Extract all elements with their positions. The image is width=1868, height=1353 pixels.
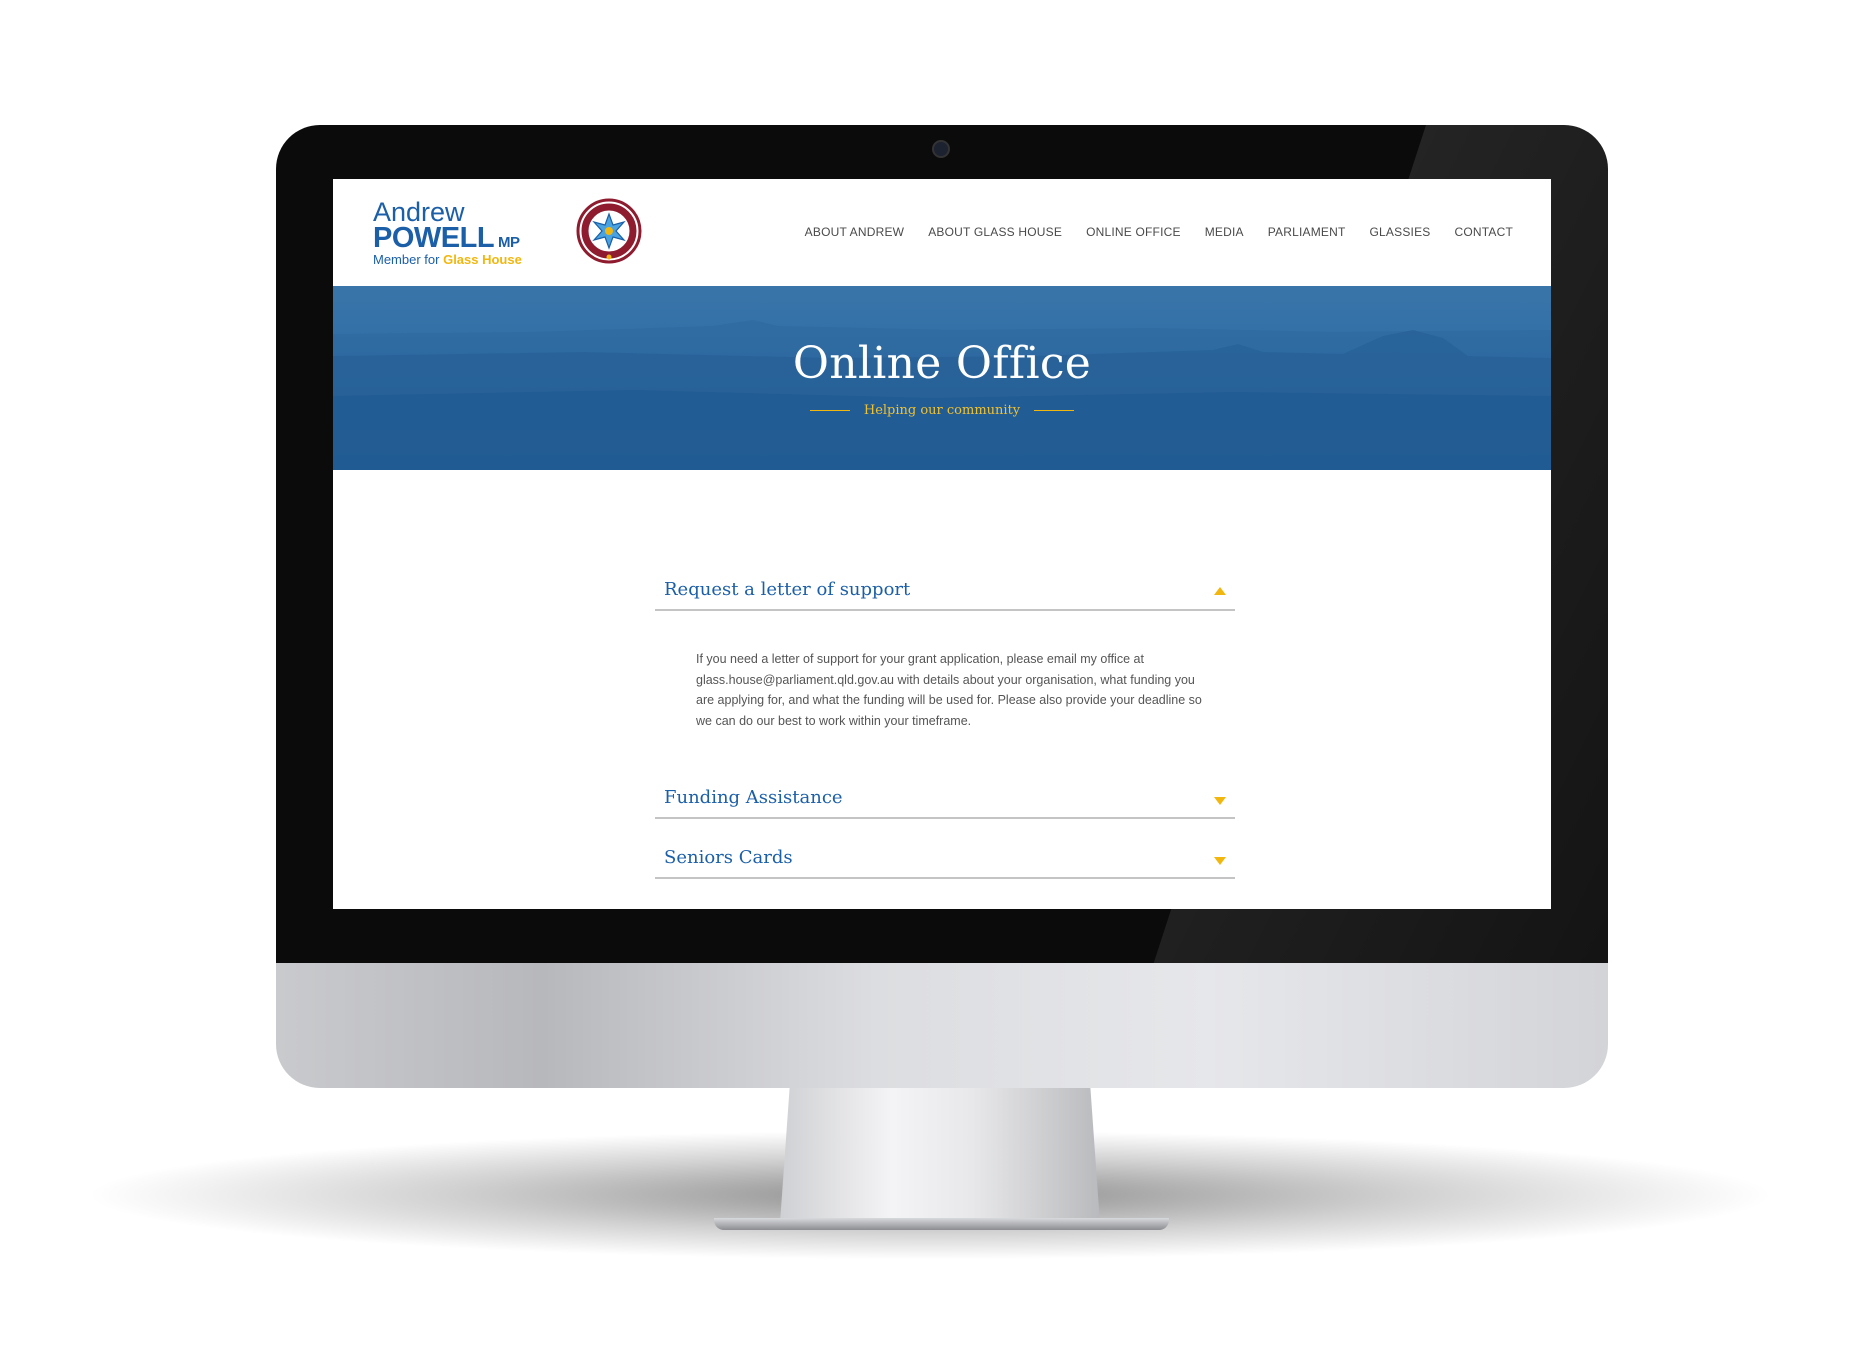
logo-electorate: Glass House bbox=[443, 252, 522, 267]
accordion-header-seniors-cards[interactable]: Seniors Cards bbox=[655, 837, 1235, 879]
logo-last-name-text: POWELL bbox=[373, 222, 495, 254]
site-logo[interactable]: Andrew POWELL MP Member for Glass House bbox=[373, 198, 642, 272]
nav-media[interactable]: MEDIA bbox=[1205, 225, 1244, 239]
accordion-title: Funding Assistance bbox=[664, 787, 843, 808]
accordion-item-letter-of-support: Request a letter of support If you need … bbox=[655, 569, 1235, 777]
caret-down-icon[interactable] bbox=[1214, 797, 1226, 805]
monitor-foot bbox=[714, 1218, 1169, 1230]
nav-about-glass-house[interactable]: ABOUT GLASS HOUSE bbox=[928, 225, 1062, 239]
nav-glassies[interactable]: GLASSIES bbox=[1370, 225, 1431, 239]
accordion-item-seniors-cards: Seniors Cards bbox=[655, 837, 1235, 879]
logo-suffix: MP bbox=[498, 234, 520, 251]
subtitle-rule-right bbox=[1034, 410, 1075, 411]
page-subtitle: Helping our community bbox=[863, 403, 1021, 418]
nav-about-andrew[interactable]: ABOUT ANDREW bbox=[805, 225, 905, 239]
camera-icon bbox=[932, 140, 950, 158]
hero-subtitle-row: Helping our community bbox=[333, 403, 1551, 418]
caret-up-icon[interactable] bbox=[1214, 587, 1226, 595]
accordion-spacer bbox=[655, 819, 1235, 837]
logo-member-prefix: Member for bbox=[373, 252, 444, 267]
monitor-stand bbox=[780, 1088, 1100, 1223]
subtitle-rule-left bbox=[809, 410, 850, 411]
accordion-body: If you need a letter of support for your… bbox=[696, 652, 1202, 728]
accordion-title: Seniors Cards bbox=[664, 847, 793, 868]
accordion-header-funding-assistance[interactable]: Funding Assistance bbox=[655, 777, 1235, 819]
page-title: Online Office bbox=[792, 338, 1092, 389]
accordion: Request a letter of support If you need … bbox=[655, 569, 1235, 879]
nav-parliament[interactable]: PARLIAMENT bbox=[1268, 225, 1346, 239]
logo-member-line: Member for Glass House bbox=[373, 252, 522, 267]
site-header: Andrew POWELL MP Member for Glass House A… bbox=[333, 179, 1551, 286]
monitor-chin bbox=[276, 963, 1608, 1088]
nav-contact[interactable]: CONTACT bbox=[1454, 225, 1513, 239]
caret-down-icon[interactable] bbox=[1214, 857, 1226, 865]
accordion-title: Request a letter of support bbox=[664, 579, 911, 600]
parliament-crest-icon bbox=[576, 198, 642, 264]
hero-banner: Online Office Helping our community bbox=[333, 286, 1551, 470]
nav-online-office[interactable]: ONLINE OFFICE bbox=[1086, 225, 1181, 239]
accordion-item-funding-assistance: Funding Assistance bbox=[655, 777, 1235, 819]
accordion-header-letter-of-support[interactable]: Request a letter of support bbox=[655, 569, 1235, 611]
main-nav: ABOUT ANDREW ABOUT GLASS HOUSE ONLINE OF… bbox=[781, 225, 1513, 239]
website-screen: Andrew POWELL MP Member for Glass House A… bbox=[333, 179, 1551, 909]
